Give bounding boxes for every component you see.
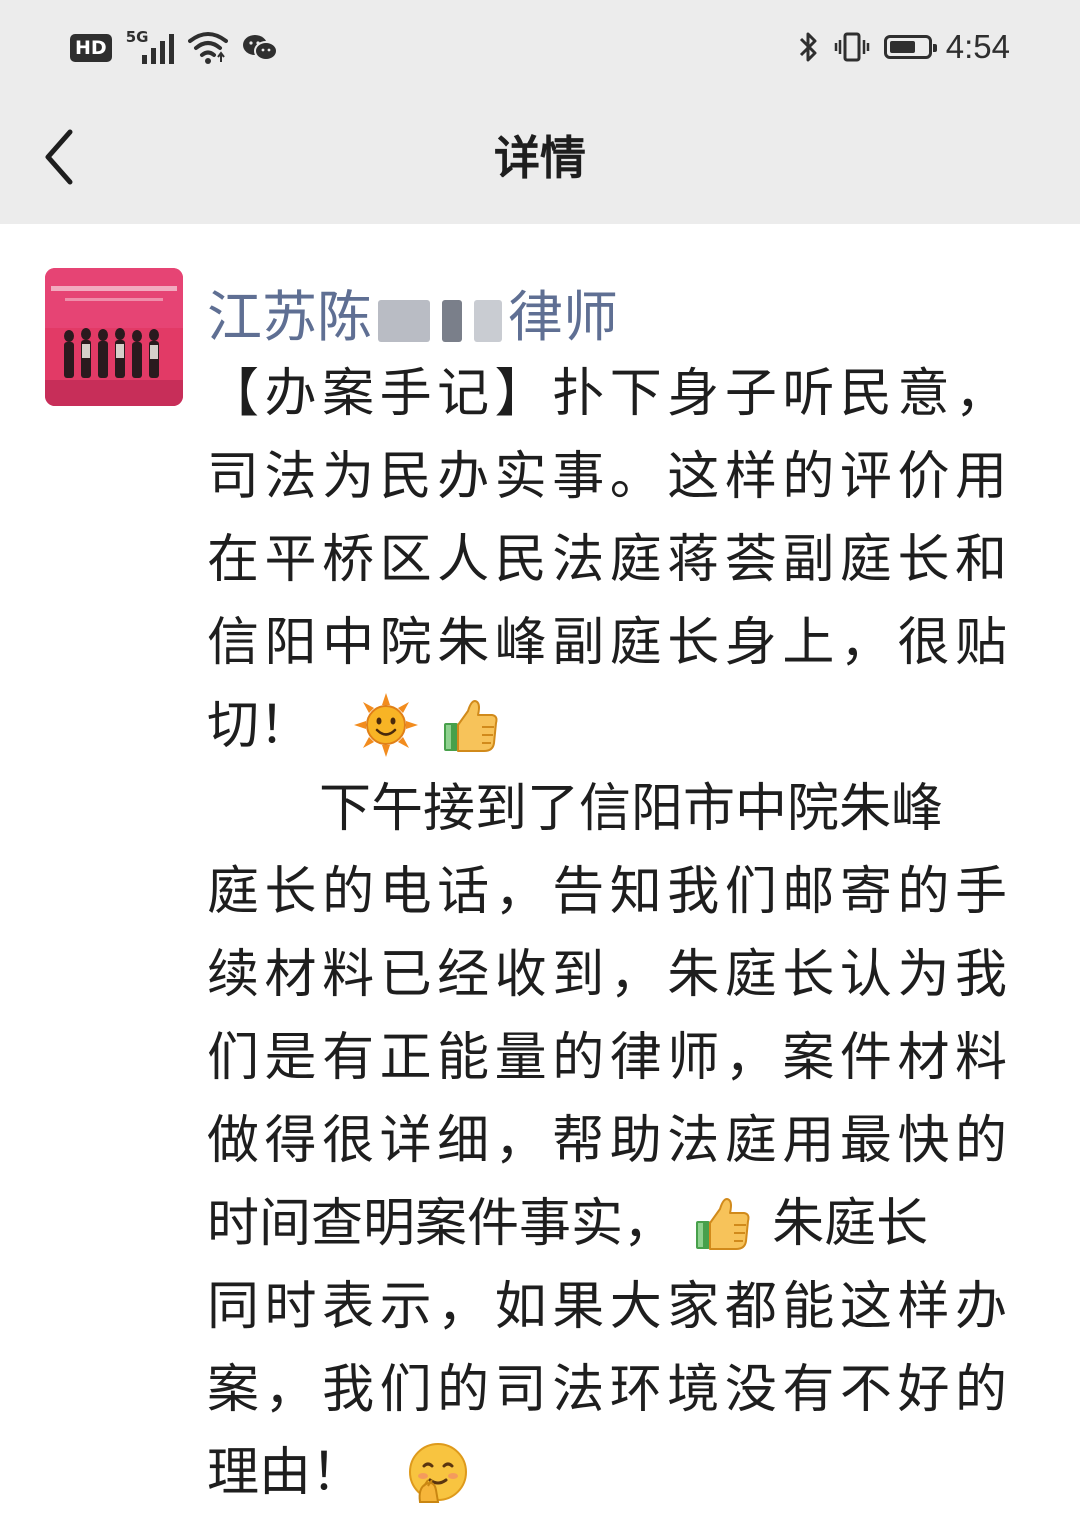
post-line: 在平桥区人民法庭蒋荟副庭长和 bbox=[207, 530, 1007, 590]
top-bar: HD 5G 4:54 详情 bbox=[0, 0, 1080, 224]
bluetooth-icon bbox=[799, 32, 817, 62]
avatar[interactable] bbox=[45, 268, 183, 406]
redaction-mask bbox=[442, 299, 463, 342]
thumbs-up-emoji bbox=[695, 1198, 750, 1250]
post-text: 理由！ bbox=[207, 1443, 364, 1503]
post-line: 司法为民办实事。这样的评价用 bbox=[207, 447, 1007, 507]
author-name-prefix: 江苏陈 bbox=[207, 285, 373, 349]
post-line: 续材料已经收到，朱庭长认为我 bbox=[207, 945, 1007, 1005]
post-line: 切！ bbox=[207, 685, 1007, 768]
post-text: 朱庭长 bbox=[772, 1194, 929, 1254]
signal-bar bbox=[150, 48, 156, 64]
redaction-mask bbox=[378, 299, 431, 342]
post-line: 时间查明案件事实， 朱庭长 bbox=[207, 1183, 1007, 1266]
post-line: 同时表示，如果大家都能这样办 bbox=[207, 1277, 1007, 1337]
wifi-icon bbox=[187, 32, 228, 64]
redaction-mask bbox=[474, 299, 503, 342]
cellular-signal-icon: 5G bbox=[126, 28, 174, 68]
nav-bar: 详情 bbox=[0, 100, 1080, 224]
status-time: 4:54 bbox=[945, 28, 1010, 65]
post-line: 下午接到了信阳市中院朱峰 bbox=[319, 779, 944, 839]
post-text: 切！ bbox=[207, 696, 312, 756]
signal-bar bbox=[141, 55, 147, 64]
sun-emoji bbox=[353, 693, 418, 757]
battery-icon bbox=[883, 35, 937, 59]
wechat-icon bbox=[242, 35, 278, 61]
avatar-photo bbox=[45, 268, 183, 406]
status-right: 4:54 bbox=[798, 28, 1010, 66]
post-content: 【办案手记】扑下身子听民意， 司法为民办实事。这样的评价用 在平桥区人民法庭蒋荟… bbox=[207, 353, 1007, 1515]
author-nickname[interactable]: 江苏陈 律师 bbox=[207, 272, 618, 352]
page-title: 详情 bbox=[494, 131, 586, 185]
status-bar: HD 5G 4:54 bbox=[0, 0, 1080, 100]
post-line: 信阳中院朱峰副庭长身上，很贴 bbox=[207, 613, 1007, 673]
author-name-suffix: 律师 bbox=[508, 285, 619, 349]
post-line: 【办案手记】扑下身子听民意， bbox=[207, 364, 1007, 424]
status-left: HD 5G bbox=[70, 28, 278, 68]
post-line: 庭长的电话，告知我们邮寄的手 bbox=[207, 862, 1007, 922]
post-line: 做得很详细，帮助法庭用最快的 bbox=[207, 1111, 1007, 1171]
post-line: 理由！ bbox=[207, 1432, 1007, 1515]
hd-badge: HD bbox=[70, 34, 112, 62]
post-text: 时间查明案件事实， bbox=[207, 1194, 676, 1254]
post-line: 案，我们的司法环境没有不好的 bbox=[207, 1360, 1007, 1420]
thumbs-up-emoji bbox=[444, 700, 498, 752]
signal-bar bbox=[159, 41, 165, 64]
post-line: 们是有正能量的律师，案件材料 bbox=[207, 1028, 1007, 1088]
shy-emoji bbox=[408, 1443, 467, 1503]
signal-bar bbox=[168, 34, 174, 64]
vibrate-icon bbox=[834, 32, 870, 62]
